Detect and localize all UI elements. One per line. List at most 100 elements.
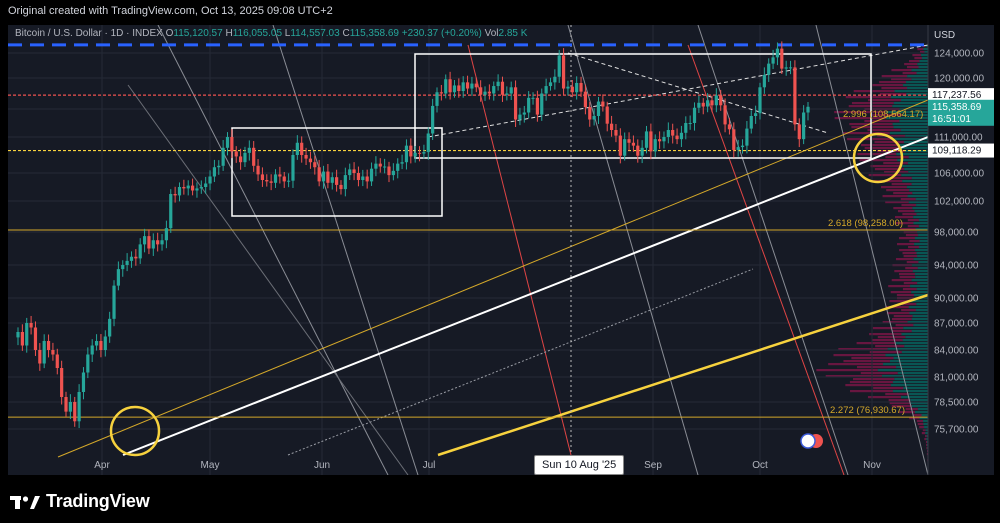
volume-bar-buy [924,426,928,429]
volume-bar-sell [875,345,905,348]
volume-bar-sell [843,360,890,363]
volume-bar-buy [910,285,928,288]
candle-body [409,145,413,157]
candle-body [317,167,321,182]
candle-body [282,176,286,182]
candle-body [767,63,771,75]
symbol-name[interactable]: Bitcoin / U.S. Dollar · 1D · INDEX [15,28,163,39]
volume-bar-sell [874,141,904,144]
candle-body [64,397,68,412]
candle-body [265,180,269,182]
channel-line-yellow-thin [57,99,929,458]
candle-body [396,163,400,171]
volume-bar-buy [899,120,928,123]
volume-bar-buy [892,123,928,126]
candle-body [199,187,203,189]
volume-bar-buy [907,87,928,90]
volume-bar-buy [916,72,928,75]
volume-bar-buy [901,351,928,354]
candle-body [688,123,692,124]
candle-body [426,133,430,153]
candle-body [238,156,243,163]
volume-bar-sell [909,60,920,63]
candle-body [697,102,701,108]
candle-body [492,86,496,94]
volume-bar-buy [908,306,928,309]
change-value: +230.37 (+0.20%) [401,28,482,39]
fib-label-f2618: 2.618 (98,258.00) [828,218,903,229]
volume-bar-sell [881,87,908,90]
candle-body [225,137,230,148]
candle-body [417,152,422,154]
candle-body [73,402,77,422]
volume-bar-sell [833,354,886,357]
candle-body [291,155,295,181]
price-tick-label: 84,000.00 [934,346,979,357]
volume-bar-sell [925,435,927,438]
price-tick-label: 94,000.00 [934,261,979,272]
volume-bar-buy [900,99,928,102]
volume-bar-sell [925,441,928,444]
candle-body [391,170,395,176]
volume-bar-buy [913,258,928,261]
candle-body [649,131,653,152]
high-label: H [225,28,233,39]
candle-body [182,187,186,189]
candle-body [51,350,55,355]
volume-bar-sell [886,189,910,192]
volume-bar-sell [917,423,924,426]
volume-bar-buy [919,240,928,243]
candle-body [25,323,29,346]
candle-body [479,87,483,95]
volume-bar-sell [916,420,923,423]
candle-body [134,256,138,259]
candle-body [448,79,452,93]
candle-body [142,236,147,245]
volume-bar-sell [888,399,911,402]
volume-bar-sell [882,195,908,198]
volume-bar-sell [902,213,917,216]
chart-canvas[interactable]: 2.618 (98,258.00) 2.272 (76,930.67) 2.996 … [8,25,994,475]
volume-value: 2.85 K [498,28,528,39]
trend-line-gray [567,25,699,475]
candle-body [243,152,247,163]
price-tick-label: 87,000.00 [934,319,979,330]
volume-bar-buy [921,414,928,417]
chart-area[interactable]: 2.618 (98,258.00) 2.272 (76,930.67) 2.996 … [8,25,994,475]
candle-body [623,139,627,156]
candle-body [684,123,688,133]
tradingview-brand[interactable]: TradingView [10,491,150,512]
candle-body [112,285,116,319]
candle-body [505,93,509,95]
candle-body [129,256,134,261]
volume-bar-buy [883,363,928,366]
volume-bar-sell [909,240,920,243]
volume-bar-buy [889,360,928,363]
candle-body [644,131,649,148]
volume-bar-sell [901,309,916,312]
price-tick-label: 78,500.00 [934,398,979,409]
tradingview-logo-icon [10,495,40,509]
volume-bar-buy [890,384,928,387]
volume-bar-buy [893,126,928,129]
candle-body [374,163,378,169]
volume-bar-buy [907,195,928,198]
volume-bar-sell [885,393,909,396]
volume-bar-sell [864,120,900,123]
candle-body [125,260,129,265]
candle-body [38,350,42,364]
candle-body [592,116,596,120]
trend-line-gray [272,25,419,475]
candle-body [387,166,391,176]
candle-body [356,173,361,180]
volume-bar-sell [888,285,911,288]
candle-body [605,106,609,124]
volume-bar-sell [849,381,893,384]
candle-body [204,183,208,187]
candle-body [300,142,304,155]
volume-bar-buy [913,324,928,327]
candle-body [544,86,548,94]
brand-name: TradingView [46,491,150,511]
candle-body [365,176,369,182]
volume-bar-sell [872,327,904,330]
